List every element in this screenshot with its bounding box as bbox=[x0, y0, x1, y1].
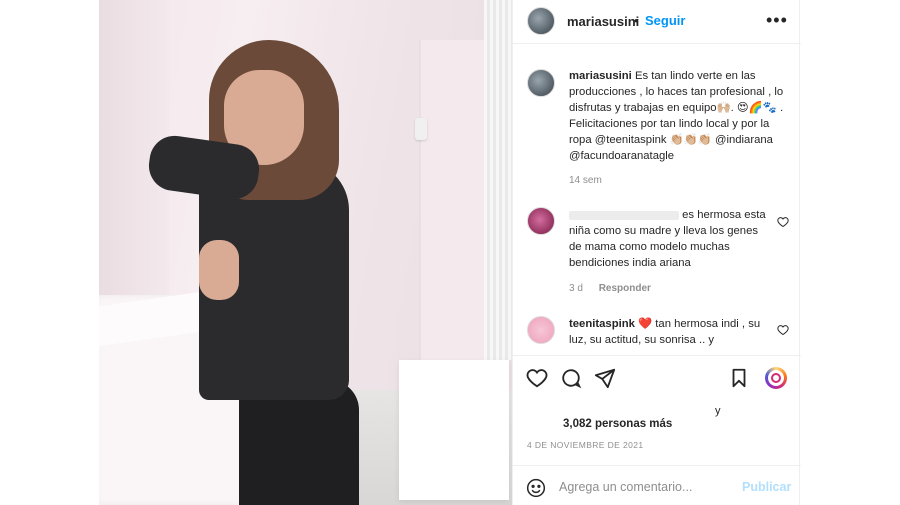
send-icon[interactable] bbox=[594, 367, 616, 389]
comment-like-heart-icon[interactable] bbox=[777, 323, 789, 336]
emoji-icon[interactable] bbox=[526, 478, 546, 498]
comment-avatar[interactable] bbox=[527, 207, 555, 235]
comment-meta: 3 d Responder bbox=[569, 283, 664, 294]
comment-avatar[interactable] bbox=[527, 316, 555, 344]
photo-curtain bbox=[484, 0, 512, 360]
comment-like-heart-icon[interactable] bbox=[777, 215, 789, 228]
likes-connector: y bbox=[715, 405, 721, 417]
comments-list[interactable]: mariasusini Es tan lindo verte en las pr… bbox=[513, 45, 801, 355]
instagram-badge-icon[interactable] bbox=[765, 367, 787, 389]
publish-button[interactable]: Publicar bbox=[742, 480, 791, 494]
more-horizontal-icon[interactable]: ••• bbox=[766, 10, 788, 31]
caption-avatar[interactable] bbox=[527, 69, 555, 97]
likes-count[interactable]: 3,082 personas más bbox=[563, 418, 672, 430]
header-separator: • bbox=[634, 13, 639, 28]
post-actions bbox=[513, 355, 801, 399]
caption-text: Es tan lindo verte en las producciones ,… bbox=[569, 70, 784, 162]
badge-inner-ring bbox=[771, 373, 781, 383]
caption-username[interactable]: mariasusini bbox=[569, 70, 632, 82]
post-details-panel: mariasusini • Seguir ••• mariasusini Es … bbox=[512, 0, 801, 505]
photo-door bbox=[419, 40, 489, 360]
avatar[interactable] bbox=[527, 7, 555, 35]
comment-icon[interactable] bbox=[560, 367, 582, 389]
reply-button[interactable]: Responder bbox=[599, 283, 651, 294]
comment-input[interactable] bbox=[559, 477, 729, 497]
add-comment-bar: Publicar bbox=[513, 465, 801, 505]
caption-time[interactable]: 14 sem bbox=[569, 175, 602, 186]
list-item: es hermosa esta niña como su madre y lle… bbox=[569, 207, 769, 271]
post-date[interactable]: 4 DE NOVIEMBRE DE 2021 bbox=[527, 440, 644, 450]
post-header: mariasusini • Seguir ••• bbox=[513, 0, 801, 44]
photo-door-handle bbox=[415, 118, 427, 140]
photo-bench bbox=[399, 360, 509, 500]
comment-time[interactable]: 3 d bbox=[569, 283, 583, 294]
post-photo[interactable] bbox=[99, 0, 512, 505]
comment-username[interactable]: teenitaspink bbox=[569, 318, 635, 330]
header-username[interactable]: mariasusini bbox=[567, 14, 639, 29]
follow-button[interactable]: Seguir bbox=[645, 13, 685, 28]
bookmark-icon[interactable] bbox=[728, 367, 750, 389]
caption: mariasusini Es tan lindo verte en las pr… bbox=[569, 68, 791, 164]
heart-icon[interactable] bbox=[526, 367, 548, 389]
photo-person-hand bbox=[199, 240, 239, 300]
comment-username-redacted bbox=[569, 210, 679, 220]
list-item: teenitaspink ❤️ tan hermosa indi , su lu… bbox=[569, 316, 769, 348]
